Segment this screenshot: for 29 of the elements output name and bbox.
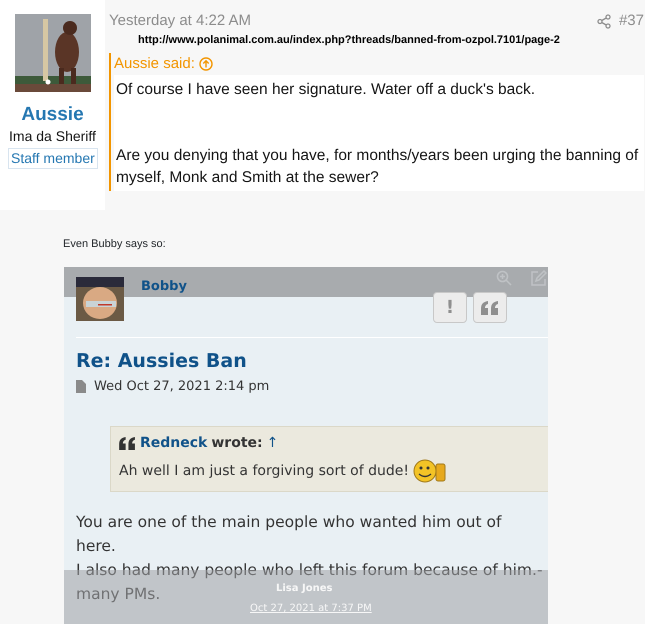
staff-badge: Staff member bbox=[8, 148, 98, 169]
post-title[interactable]: Re: Aussies Ban bbox=[76, 347, 247, 376]
body-line: many PMs. bbox=[76, 584, 160, 605]
quote-paragraph: Are you denying that you have, for months/years been urging the banning of myself, Monk and Smith at the sewer? bbox=[116, 146, 640, 188]
body-line: You are one of the main people who wanted him out of bbox=[76, 512, 502, 533]
quote-icon bbox=[119, 437, 136, 450]
user-name[interactable]: Aussie bbox=[0, 104, 105, 126]
post-number[interactable]: #37 bbox=[618, 10, 644, 32]
post-time[interactable]: Yesterday at 4:22 AM bbox=[109, 10, 252, 32]
quote-author[interactable]: Redneck bbox=[140, 433, 208, 454]
quote-paragraph: Of course I have seen her signature. Water off a duck's back. bbox=[116, 80, 536, 100]
quote-text: Ah well I am just a forgiving sort of dude! bbox=[119, 462, 410, 480]
thumbs-up-smiley-icon bbox=[413, 458, 448, 484]
url-text: http://www.polanimal.com.au/index.php?threads/banned-from-ozpol.7101/page-2 bbox=[138, 32, 561, 48]
body-line: here. bbox=[76, 536, 116, 557]
quote-icon bbox=[481, 300, 499, 315]
jump-link[interactable]: ↑ bbox=[266, 433, 278, 454]
file-icon bbox=[76, 380, 86, 394]
user-title: Ima da Sheriff bbox=[8, 127, 97, 146]
arrow-up-circle-icon[interactable] bbox=[198, 56, 213, 70]
quote-attribution[interactable]: Aussie said: bbox=[114, 52, 195, 74]
quote-button[interactable] bbox=[473, 292, 507, 323]
report-button[interactable]: ! bbox=[433, 292, 467, 323]
post-date: Wed Oct 27, 2021 2:14 pm bbox=[94, 378, 270, 396]
author-name[interactable]: Bobby bbox=[141, 277, 187, 296]
share-icon[interactable] bbox=[596, 14, 611, 29]
body-line: I also had many people who left this forum because of him.- bbox=[76, 560, 543, 581]
quote-label: wrote: bbox=[211, 434, 263, 453]
caption-text: Even Bubby says so: bbox=[63, 237, 167, 251]
